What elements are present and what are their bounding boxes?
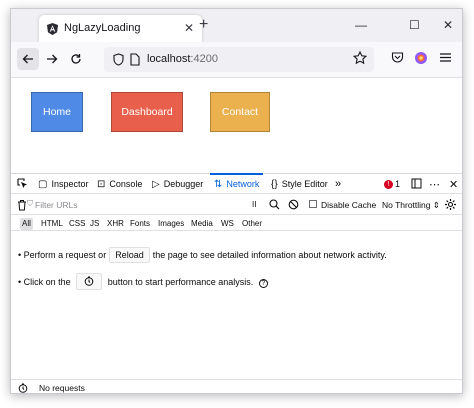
- url-text: localhost:4200: [147, 53, 218, 65]
- filter-other[interactable]: Other: [240, 218, 264, 230]
- console-icon: ⊡: [97, 178, 106, 190]
- back-arrow-icon: [22, 54, 33, 64]
- url-host: localhost: [147, 53, 191, 65]
- pause-icon[interactable]: II: [252, 200, 256, 209]
- settings-gear-icon[interactable]: [444, 198, 457, 211]
- network-toolbar: ⛉ Filter URLs II Disable Cache No Thrott…: [11, 195, 462, 215]
- filter-css[interactable]: CSS: [67, 218, 87, 230]
- filter-js[interactable]: JS: [88, 218, 101, 230]
- tab-close-icon[interactable]: ✕: [184, 21, 194, 35]
- tab-title: NgLazyLoading: [64, 22, 141, 34]
- help-icon[interactable]: ?: [258, 279, 268, 288]
- inspector-icon: ▢: [38, 178, 48, 190]
- reload-icon: [71, 54, 81, 64]
- select-arrows-icon: ⇕: [432, 200, 441, 210]
- dock-toggle-icon[interactable]: [411, 178, 422, 189]
- active-tab-indicator: [210, 173, 264, 175]
- error-icon: !: [384, 179, 393, 189]
- search-icon[interactable]: [269, 199, 280, 210]
- filter-xhr[interactable]: XHR: [105, 218, 126, 230]
- devtools-tab-bar: ▢ Inspector ⊡ Console ▷ Debugger ⇅ Network {…: [11, 173, 462, 194]
- minimize-button[interactable]: —: [355, 18, 367, 32]
- tab-style-editor-label: Style Editor: [281, 179, 328, 189]
- filter-funnel-icon: ⛉: [27, 199, 33, 208]
- request-type-filter-bar: All HTML CSS JS XHR Fonts Images Media W…: [11, 216, 462, 231]
- browser-window: NgLazyLoading ✕ + — ☐ ✕ localhost:4200 H…: [10, 8, 463, 394]
- contact-button[interactable]: Contact: [210, 92, 270, 132]
- stopwatch-status-icon[interactable]: [18, 383, 28, 393]
- tab-console-label: Console: [109, 179, 143, 189]
- devtools-panel: ▢ Inspector ⊡ Console ▷ Debugger ⇅ Network {…: [11, 173, 462, 393]
- forward-arrow-icon: [47, 54, 58, 64]
- tab-console[interactable]: ⊡ Console: [97, 174, 142, 194]
- throttling-value: No Throttling: [382, 200, 431, 210]
- debugger-icon: ▷: [152, 178, 160, 190]
- account-avatar-icon[interactable]: [414, 51, 428, 65]
- reload-button-inline[interactable]: Reload: [109, 247, 150, 263]
- disable-cache-label: Disable Cache: [321, 200, 377, 210]
- dashboard-button[interactable]: Dashboard: [111, 92, 183, 132]
- home-button[interactable]: Home: [31, 92, 83, 132]
- url-port: :4200: [190, 53, 218, 65]
- performance-hint: • Click on the button to start performan…: [18, 273, 268, 290]
- filter-media[interactable]: Media: [189, 218, 215, 230]
- angular-favicon-icon: [47, 23, 58, 35]
- new-tab-button[interactable]: +: [199, 17, 208, 33]
- network-empty-state: • Perform a request or Reload the page to …: [11, 232, 462, 382]
- trash-icon[interactable]: [17, 199, 27, 211]
- network-arrows-icon: ⇅: [214, 178, 223, 190]
- close-devtools-icon[interactable]: ✕: [449, 174, 458, 194]
- shield-icon[interactable]: [113, 53, 124, 66]
- filter-html[interactable]: HTML: [39, 218, 65, 230]
- block-requests-icon[interactable]: [288, 199, 299, 210]
- tab-inspector-label: Inspector: [51, 179, 89, 189]
- pocket-icon[interactable]: [391, 51, 404, 64]
- filter-images[interactable]: Images: [156, 218, 186, 230]
- bookmark-star-icon[interactable]: [353, 51, 367, 65]
- page-content: Home Dashboard Contact: [11, 79, 462, 173]
- tab-debugger[interactable]: ▷ Debugger: [152, 174, 203, 194]
- url-bar[interactable]: localhost:4200: [104, 47, 374, 72]
- element-picker-icon[interactable]: [17, 178, 28, 189]
- forward-button[interactable]: [41, 48, 63, 70]
- browser-tab[interactable]: NgLazyLoading ✕: [39, 15, 202, 43]
- stopwatch-icon: [84, 276, 94, 286]
- tab-network-label: Network: [226, 179, 260, 189]
- more-tabs-chevron-icon[interactable]: »: [335, 174, 341, 194]
- options-menu-icon[interactable]: ⋯: [429, 174, 440, 194]
- tab-network[interactable]: ⇅ Network: [210, 173, 264, 194]
- performance-stopwatch-button[interactable]: [76, 273, 103, 290]
- filter-fonts[interactable]: Fonts: [128, 218, 152, 230]
- tab-inspector[interactable]: ▢ Inspector: [38, 174, 88, 194]
- performance-hint-prefix: • Click on the: [18, 277, 71, 287]
- performance-hint-suffix: button to start performance analysis.: [107, 277, 254, 287]
- reload-hint: • Perform a request or Reload the page to …: [18, 247, 387, 263]
- tab-debugger-label: Debugger: [163, 179, 204, 189]
- error-count-badge[interactable]: ! 1: [384, 174, 400, 194]
- filter-urls-input[interactable]: Filter URLs: [35, 200, 78, 210]
- error-count: 1: [395, 179, 401, 189]
- status-text: No requests: [39, 383, 85, 393]
- filter-all[interactable]: All: [20, 218, 33, 230]
- reload-button[interactable]: [65, 48, 87, 70]
- menu-hamburger-icon[interactable]: [439, 51, 452, 64]
- style-editor-icon: {}: [271, 178, 278, 190]
- disable-cache-checkbox[interactable]: [309, 200, 317, 208]
- reload-hint-suffix: the page to see detailed information abo…: [152, 250, 387, 260]
- tab-bar: NgLazyLoading ✕ + — ☐ ✕: [11, 9, 462, 43]
- back-button[interactable]: [17, 48, 39, 70]
- navigation-bar: localhost:4200: [11, 42, 462, 78]
- throttling-select[interactable]: No Throttling ⇕: [382, 200, 440, 211]
- close-window-button[interactable]: ✕: [443, 18, 453, 32]
- page-icon[interactable]: [130, 53, 140, 66]
- reload-hint-prefix: • Perform a request or: [18, 250, 107, 260]
- network-status-bar: No requests: [11, 379, 462, 393]
- maximize-button[interactable]: ☐: [409, 18, 420, 32]
- tab-style-editor[interactable]: {} Style Editor: [271, 174, 328, 194]
- filter-ws[interactable]: WS: [219, 218, 236, 230]
